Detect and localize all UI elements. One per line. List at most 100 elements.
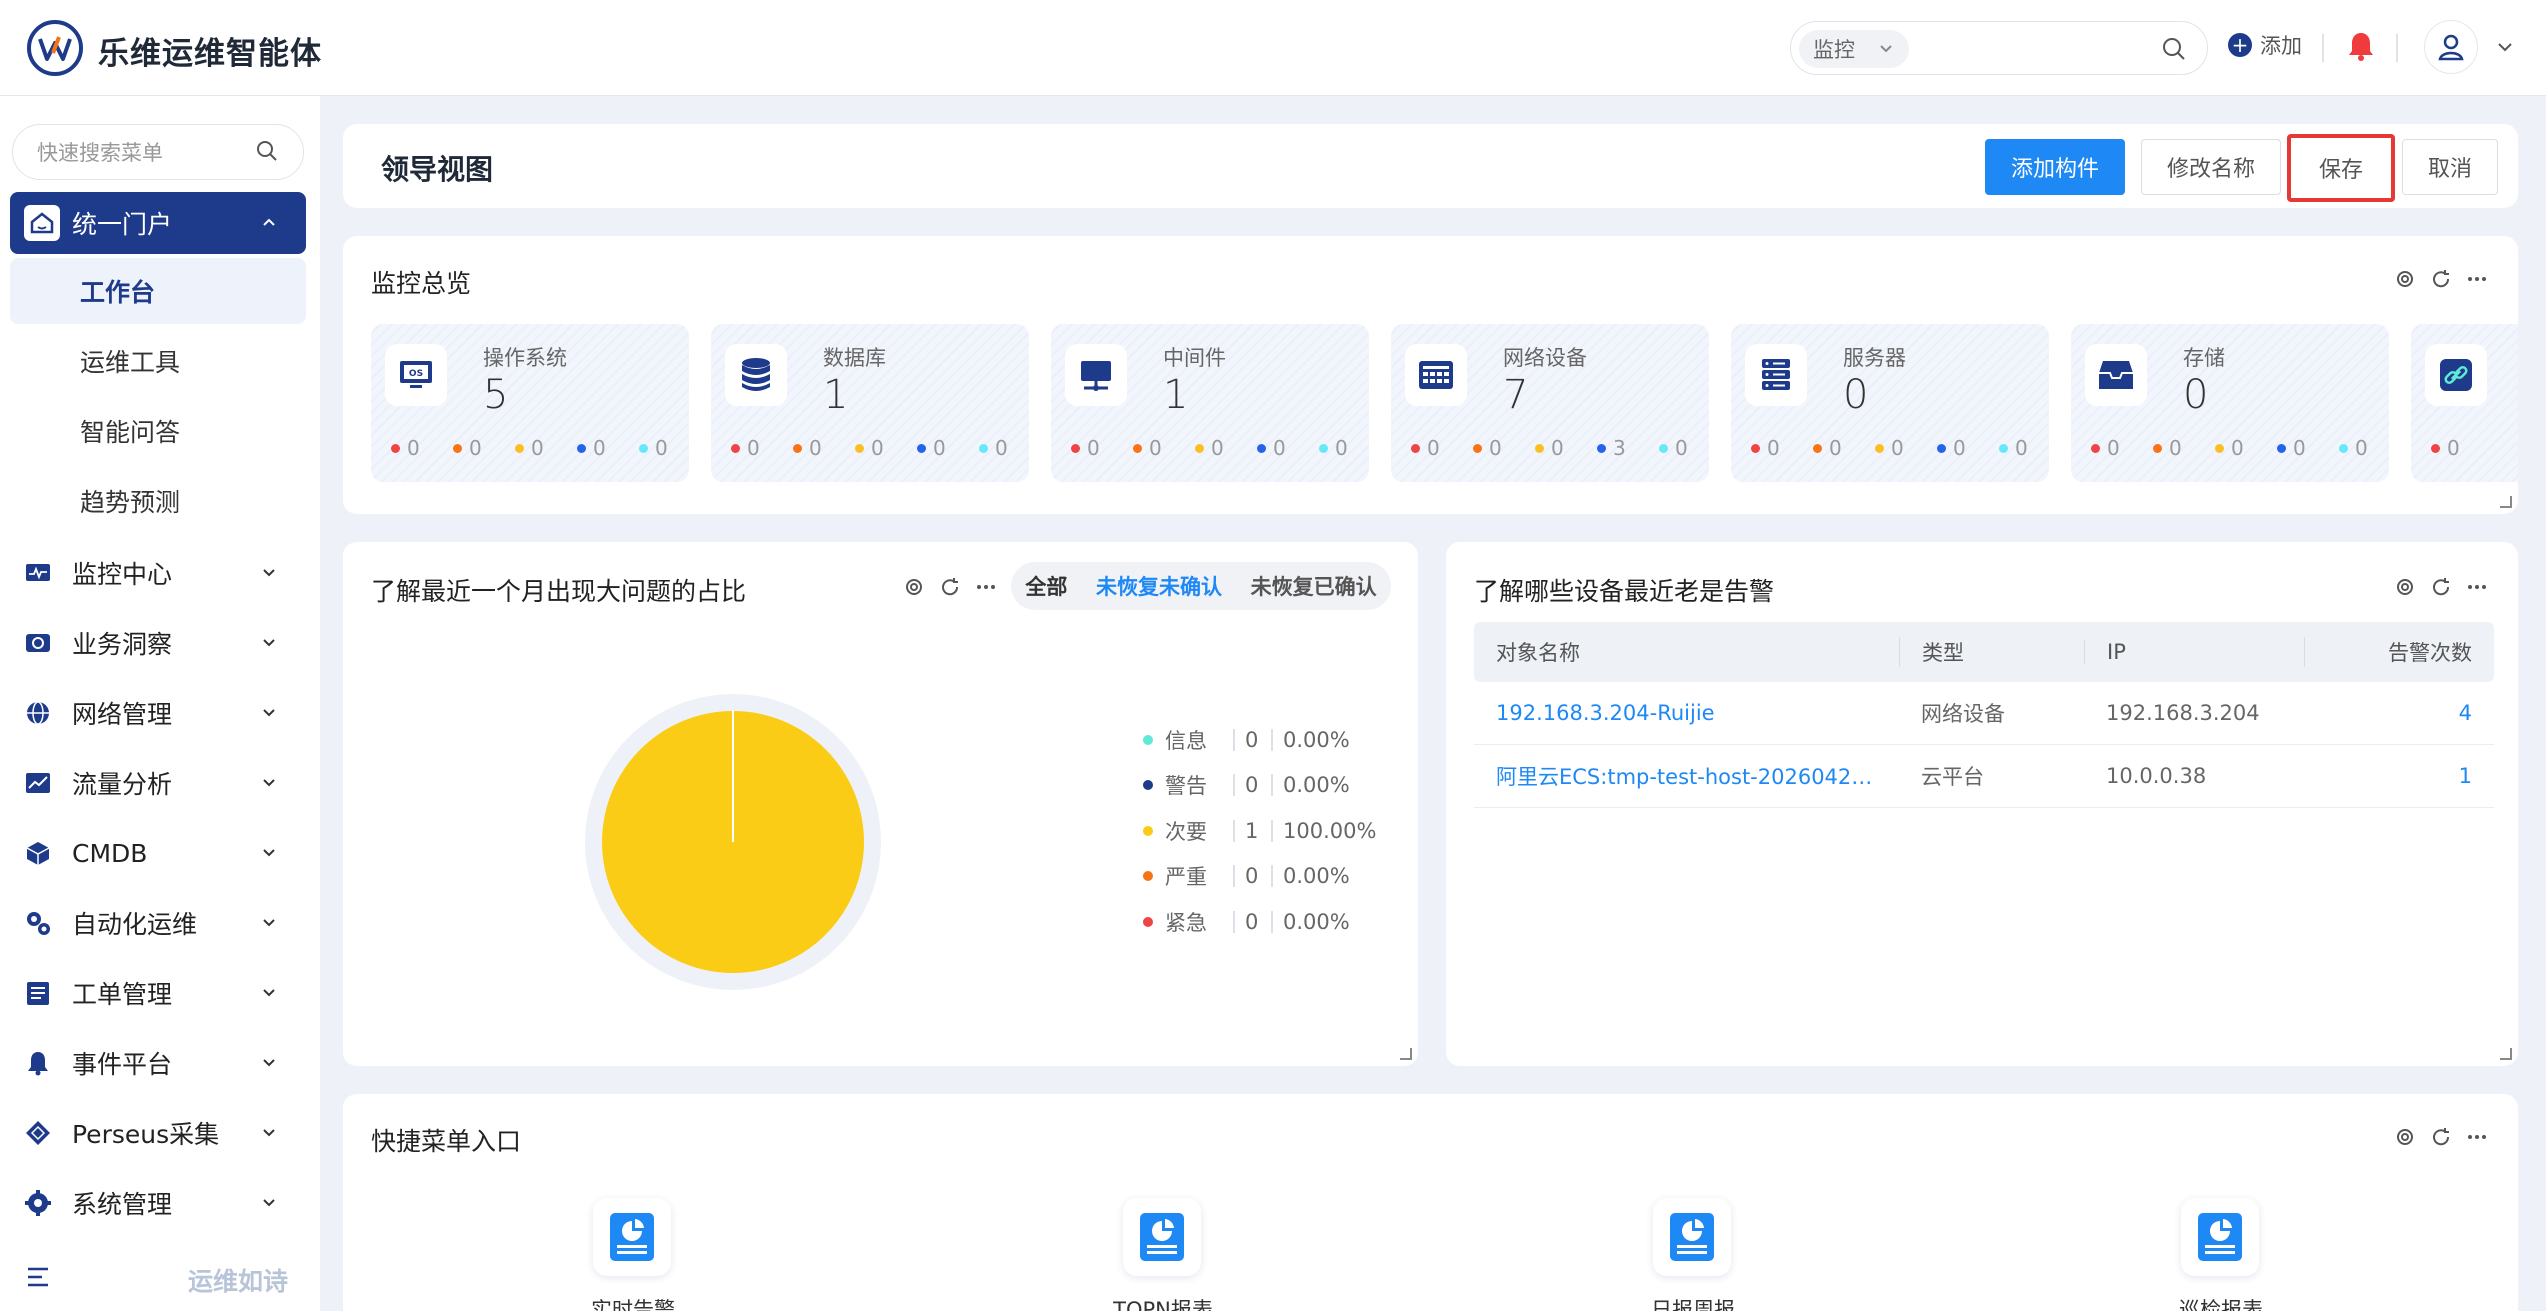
sidebar-item-monitor-center[interactable]: 监控中心: [10, 543, 306, 603]
monitor-tile[interactable]: 数据库 1 0 0 0 0 0: [711, 324, 1029, 482]
legend-item[interactable]: 紧急 0 0.00%: [1143, 899, 1376, 945]
severity-count[interactable]: 3: [1597, 436, 1659, 460]
monitor-tile[interactable]: 网络设备 7 0 0 0 3 0: [1391, 324, 1709, 482]
sidebar-item-system-mgmt[interactable]: 系统管理: [10, 1173, 306, 1233]
refresh-icon[interactable]: [939, 576, 961, 598]
severity-count[interactable]: 0: [1535, 436, 1597, 460]
sidebar-item-network-mgmt[interactable]: 网络管理: [10, 683, 306, 743]
resize-handle[interactable]: [2500, 1048, 2512, 1060]
alarm-count-link[interactable]: 1: [2304, 764, 2494, 788]
severity-count[interactable]: 0: [2277, 436, 2339, 460]
sidebar-subitem-ops-tools[interactable]: 运维工具: [10, 328, 306, 394]
sidebar-item-automation[interactable]: 自动化运维: [10, 893, 306, 953]
sidebar-subitem-trend[interactable]: 趋势预测: [10, 468, 306, 534]
more-icon[interactable]: [975, 576, 997, 598]
sidebar-item-cmdb[interactable]: CMDB: [10, 823, 306, 883]
cancel-button[interactable]: 取消: [2402, 139, 2498, 195]
severity-count[interactable]: 0: [2339, 436, 2401, 460]
search-icon[interactable]: [2161, 36, 2187, 62]
sidebar-item-business-insight[interactable]: 业务洞察: [10, 613, 306, 673]
severity-count[interactable]: 0: [1875, 436, 1937, 460]
quick-menu-item[interactable]: 实时告警: [591, 1198, 675, 1311]
severity-count[interactable]: 0: [1813, 436, 1875, 460]
sidebar-subitem-workbench[interactable]: 工作台: [10, 258, 306, 324]
legend-item[interactable]: 严重 0 0.00%: [1143, 854, 1376, 900]
filter-unrecovered-confirmed[interactable]: 未恢复已确认: [1251, 571, 1377, 601]
object-name-link[interactable]: 192.168.3.204-Ruijie: [1474, 701, 1899, 725]
more-icon[interactable]: [2466, 1126, 2488, 1148]
refresh-icon[interactable]: [2430, 1126, 2452, 1148]
sidebar-item-ticket-mgmt[interactable]: 工单管理: [10, 963, 306, 1023]
sidebar-item-perseus[interactable]: Perseus采集: [10, 1103, 306, 1163]
severity-count[interactable]: 0: [1751, 436, 1813, 460]
rename-button[interactable]: 修改名称: [2141, 139, 2281, 195]
settings-icon[interactable]: [2394, 1126, 2416, 1148]
settings-icon[interactable]: [903, 576, 925, 598]
quick-menu-item[interactable]: 日报周报: [1651, 1198, 1735, 1311]
severity-count[interactable]: 0: [855, 436, 917, 460]
legend-item[interactable]: 次要 1 100.00%: [1143, 808, 1376, 854]
severity-count[interactable]: 0: [2153, 436, 2215, 460]
page-title: 领导视图: [381, 153, 494, 186]
monitor-tile[interactable]: 服务器 0 0 0 0 0 0: [1731, 324, 2049, 482]
object-name-link[interactable]: 阿里云ECS:tmp-test-host-20260422161...: [1474, 761, 1899, 791]
severity-count[interactable]: 0: [1319, 436, 1381, 460]
severity-count[interactable]: 0: [1937, 436, 1999, 460]
refresh-icon[interactable]: [2430, 268, 2452, 290]
save-button[interactable]: 保存: [2287, 134, 2395, 202]
legend-dot: [1143, 916, 1153, 927]
severity-count[interactable]: 0: [1257, 436, 1319, 460]
severity-count[interactable]: 0: [2091, 436, 2153, 460]
settings-icon[interactable]: [2394, 576, 2416, 598]
resize-handle[interactable]: [2500, 496, 2512, 508]
severity-count[interactable]: 0: [1411, 436, 1473, 460]
severity-count[interactable]: 0: [1473, 436, 1535, 460]
monitor-tile[interactable]: 0: [2411, 324, 2518, 482]
search-scope-select[interactable]: 监控: [1799, 30, 1909, 68]
user-avatar[interactable]: [2424, 20, 2478, 74]
severity-count[interactable]: 0: [1071, 436, 1133, 460]
more-icon[interactable]: [2466, 576, 2488, 598]
legend-item[interactable]: 警告 0 0.00%: [1143, 763, 1376, 809]
quick-menu-item[interactable]: 巡检报表: [2179, 1198, 2263, 1311]
search-icon[interactable]: [255, 139, 279, 163]
sidebar-item-traffic-analysis[interactable]: 流量分析: [10, 753, 306, 813]
severity-count[interactable]: 0: [917, 436, 979, 460]
severity-count[interactable]: 0: [2431, 436, 2493, 460]
severity-count[interactable]: 0: [453, 436, 515, 460]
monitor-tile[interactable]: OS 操作系统 5 0 0 0 0 0: [371, 324, 689, 482]
legend-item[interactable]: 信息 0 0.00%: [1143, 717, 1376, 763]
monitor-tile[interactable]: 存储 0 0 0 0 0 0: [2071, 324, 2389, 482]
sidebar-item-event-platform[interactable]: 事件平台: [10, 1033, 306, 1093]
add-button[interactable]: + 添加: [2228, 30, 2302, 60]
monitor-tile[interactable]: 中间件 1 0 0 0 0 0: [1051, 324, 1369, 482]
global-search[interactable]: 监控: [1790, 21, 2208, 75]
chevron-down-icon[interactable]: [2494, 36, 2516, 58]
more-icon[interactable]: [2466, 268, 2488, 290]
severity-count[interactable]: 0: [577, 436, 639, 460]
alarm-count-link[interactable]: 4: [2304, 701, 2494, 725]
add-widget-button[interactable]: 添加构件: [1985, 139, 2125, 195]
sidebar-subitem-ai-qa[interactable]: 智能问答: [10, 398, 306, 464]
severity-count[interactable]: 0: [515, 436, 577, 460]
menu-search-input[interactable]: 快速搜索菜单: [12, 124, 304, 180]
quick-menu-item[interactable]: TOPN报表: [1113, 1198, 1213, 1311]
severity-count[interactable]: 0: [731, 436, 793, 460]
sidebar-item-portal[interactable]: 统一门户: [10, 192, 306, 254]
severity-count[interactable]: 0: [391, 436, 453, 460]
notification-bell-icon[interactable]: [2346, 30, 2376, 62]
severity-count[interactable]: 0: [1195, 436, 1257, 460]
severity-count[interactable]: 0: [979, 436, 1041, 460]
severity-count[interactable]: 0: [1659, 436, 1721, 460]
filter-all[interactable]: 全部: [1025, 571, 1067, 601]
filter-unrecovered-unconfirmed[interactable]: 未恢复未确认: [1096, 571, 1222, 601]
collapse-menu-icon[interactable]: [26, 1264, 52, 1290]
severity-count[interactable]: 0: [1133, 436, 1195, 460]
settings-icon[interactable]: [2394, 268, 2416, 290]
severity-count[interactable]: 0: [639, 436, 701, 460]
severity-count[interactable]: 0: [2215, 436, 2277, 460]
refresh-icon[interactable]: [2430, 576, 2452, 598]
resize-handle[interactable]: [1400, 1048, 1412, 1060]
severity-count[interactable]: 0: [1999, 436, 2061, 460]
severity-count[interactable]: 0: [793, 436, 855, 460]
